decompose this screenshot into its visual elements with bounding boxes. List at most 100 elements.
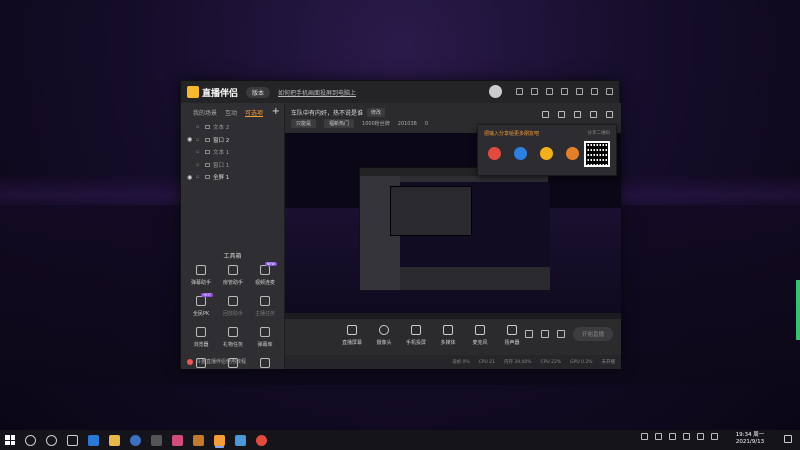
folder-icon[interactable] (531, 88, 538, 95)
share-icons (488, 147, 579, 160)
qq-icon[interactable] (514, 147, 527, 160)
cortana-icon[interactable] (46, 434, 57, 446)
douyu-companion-icon[interactable] (214, 434, 225, 446)
close-icon[interactable] (606, 88, 613, 95)
minimize-icon[interactable] (576, 88, 583, 95)
tool-task[interactable]: 主播任务 (249, 296, 281, 317)
gear-icon[interactable] (556, 330, 565, 338)
tool-extra-3[interactable] (249, 358, 281, 372)
tool-pk[interactable]: HOT 全民PK (185, 293, 217, 317)
help-link[interactable]: 如何把手机画面投屏到电脑上 (278, 88, 356, 97)
notification-icon[interactable] (784, 435, 792, 443)
control-right: 开始直播 (524, 327, 613, 341)
tool-gift-task[interactable]: 礼物任务 (217, 327, 249, 348)
ime-icon[interactable] (711, 433, 718, 440)
lock-icon[interactable]: ▫ (196, 124, 202, 130)
tab-interact[interactable]: 互动 (225, 108, 237, 117)
status-item: CPU 21 (478, 359, 495, 365)
category-chip[interactable]: 只能是 (291, 119, 317, 128)
lock-icon[interactable] (558, 111, 565, 118)
text-source-icon (205, 125, 210, 130)
screen-icon[interactable] (574, 111, 581, 118)
volume-icon[interactable] (697, 433, 704, 440)
explorer-icon[interactable] (109, 434, 120, 446)
message-icon[interactable] (516, 88, 523, 95)
tool-danmu[interactable]: 弹幕助手 (185, 265, 217, 286)
qzone-icon[interactable] (540, 147, 553, 160)
lock-icon[interactable]: ▫ (196, 149, 202, 155)
desktop-edge-accent (796, 280, 800, 340)
nested-app-capture (359, 167, 550, 290)
douyu-icon (187, 358, 193, 365)
start-live-button[interactable]: 开始直播 (572, 327, 613, 341)
tool-room-admin[interactable]: 房管助手 (217, 265, 249, 286)
version-button[interactable]: 版本 (246, 86, 271, 98)
clock-date: 2021/9/13 (735, 439, 765, 445)
screen-capture-button[interactable]: 直播屏幕 (340, 325, 364, 346)
tray-icon[interactable] (655, 433, 662, 440)
app-icon[interactable] (256, 434, 267, 446)
search-icon[interactable] (25, 434, 36, 446)
eye-icon[interactable]: ◉ (187, 136, 193, 143)
tab-my-scenes[interactable]: 我的场景 (193, 108, 217, 117)
tool-browser[interactable]: 浏览器 (185, 327, 217, 348)
eye-icon[interactable] (540, 330, 549, 338)
list-item[interactable]: ▫ 文本 1 (181, 146, 284, 159)
record-icon[interactable] (524, 330, 533, 338)
user-icon (228, 265, 238, 275)
app-icon[interactable] (193, 434, 204, 446)
tutorial-link[interactable]: 斗鱼直播伴侣使用教程 (187, 358, 246, 365)
monitor-icon (347, 325, 357, 335)
browser-icon[interactable] (130, 434, 141, 446)
task-view-icon[interactable] (67, 434, 78, 446)
video-icon: NEW (260, 262, 277, 275)
lock-icon[interactable]: ▫ (196, 174, 202, 180)
app-icon[interactable] (172, 434, 183, 446)
task-icon (260, 296, 270, 306)
camera-button[interactable]: 摄像头 (372, 325, 396, 346)
media-button[interactable]: 多媒体 (436, 325, 460, 346)
network-icon[interactable] (683, 433, 690, 440)
avatar[interactable] (489, 85, 502, 98)
edit-title-button[interactable]: 修改 (367, 108, 386, 117)
tab-sources[interactable]: 可选项 (245, 108, 264, 117)
nested-inner-window (390, 186, 472, 236)
gift-icon[interactable] (546, 88, 553, 95)
speaker-icon (507, 325, 517, 335)
fullscreen-source-icon (205, 175, 210, 180)
tool-danmu-lib[interactable]: 弹幕库 (249, 327, 281, 348)
lock-icon[interactable]: ▫ (196, 162, 202, 168)
tray-icon[interactable] (641, 433, 648, 440)
lock-icon[interactable]: ▫ (196, 137, 202, 143)
share-icon[interactable] (606, 111, 613, 118)
list-item[interactable]: ◉ ▫ 窗口 2 (181, 134, 284, 147)
weibo-icon[interactable] (488, 147, 501, 160)
menu-icon[interactable] (561, 88, 568, 95)
source-label: 窗口 2 (213, 137, 230, 144)
edge-icon[interactable] (88, 434, 99, 446)
settings-icon[interactable] (542, 111, 549, 118)
room-title-row: 车队中有内奸，热不说是谁 修改 (291, 108, 386, 117)
tool-replay[interactable]: 回放助手 (217, 296, 249, 317)
microphone-button[interactable]: 麦克风 (468, 325, 492, 346)
tray-icon[interactable] (669, 433, 676, 440)
speaker-button[interactable]: 扬声器 (500, 325, 524, 346)
app-icon[interactable] (235, 434, 246, 446)
list-item[interactable]: ▫ 文本 2 (181, 121, 284, 134)
list-item[interactable]: ▫ 窗口 1 (181, 159, 284, 172)
maximize-icon[interactable] (591, 88, 598, 95)
taskbar-apps (25, 434, 267, 446)
phone-cast-button[interactable]: 手机投屏 (404, 325, 428, 346)
status-item: 未开播 (601, 360, 616, 365)
list-item[interactable]: ◉ ▫ 全屏 1 (181, 171, 284, 184)
taskbar-clock[interactable]: 19:34 周一 2021/9/13 (730, 432, 770, 446)
hot-chip[interactable]: 福新热门 (324, 119, 355, 128)
bell-icon[interactable] (590, 111, 597, 118)
app-icon[interactable] (151, 434, 162, 446)
link-icon[interactable] (566, 147, 579, 160)
add-source-button[interactable]: + (272, 106, 280, 117)
tool-video-link[interactable]: NEW 视频连麦 (249, 262, 281, 286)
source-label: 窗口 1 (213, 162, 230, 169)
eye-icon[interactable]: ◉ (187, 174, 193, 181)
windows-start-icon[interactable] (5, 435, 15, 445)
